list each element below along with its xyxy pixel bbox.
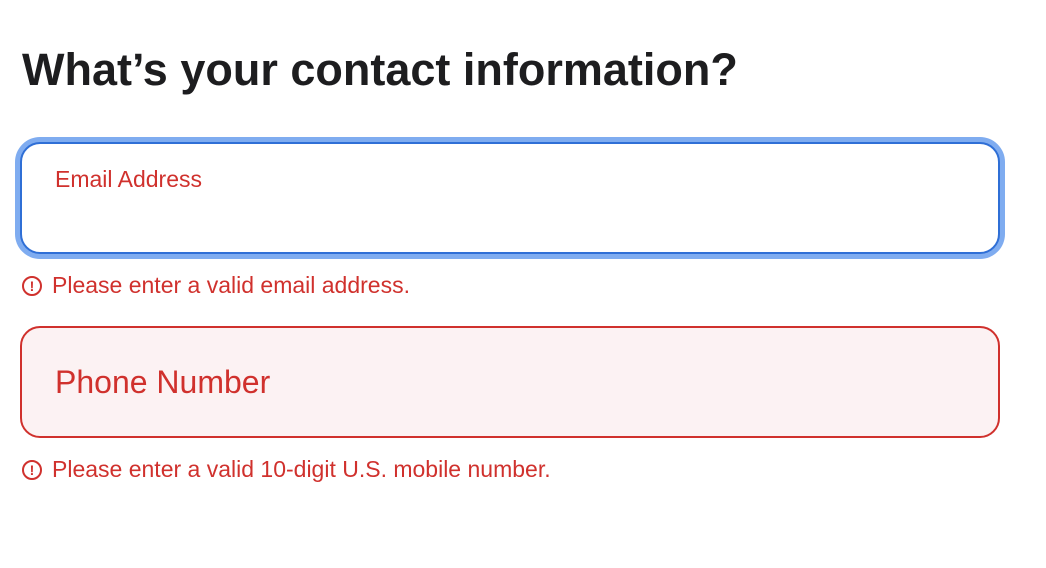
email-input[interactable] xyxy=(55,202,955,238)
email-field[interactable]: Email Address xyxy=(20,142,1000,254)
exclamation-circle-icon: ! xyxy=(22,275,42,296)
email-error-message: ! Please enter a valid email address. xyxy=(22,272,410,299)
phone-number-field[interactable]: Phone Number xyxy=(20,326,1000,438)
email-field-label: Email Address xyxy=(55,166,203,192)
phone-error-message: ! Please enter a valid 10-digit U.S. mob… xyxy=(22,456,551,483)
email-error-text: Please enter a valid email address. xyxy=(52,272,410,298)
phone-error-text: Please enter a valid 10-digit U.S. mobil… xyxy=(52,456,551,482)
page-title: What’s your contact information? xyxy=(22,44,738,95)
exclamation-circle-icon: ! xyxy=(22,459,42,480)
phone-number-label: Phone Number xyxy=(55,364,271,400)
